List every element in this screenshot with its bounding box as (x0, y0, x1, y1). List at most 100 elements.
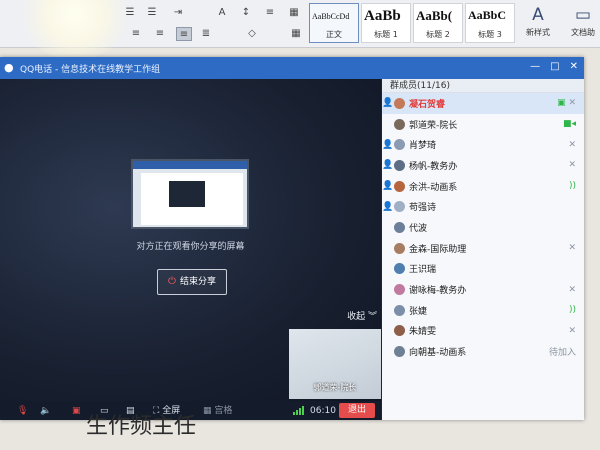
volume-icon: )) (568, 181, 576, 192)
mic-off-icon: ✕ (568, 139, 576, 150)
grid-label: 宫格 (214, 406, 233, 416)
end-share-label: 结束分享 (179, 277, 216, 287)
volume-icon: )) (568, 305, 576, 316)
person-icon: 👤 (382, 201, 394, 212)
numbering-icon[interactable]: ☰ (144, 6, 160, 20)
member-row[interactable]: 王识瑞 (382, 259, 584, 280)
avatar (394, 159, 405, 171)
avatar (394, 97, 405, 109)
power-icon: ⏻ (168, 276, 176, 287)
avatar (394, 221, 405, 233)
avatar (394, 201, 405, 213)
style-name: 标题 2 (426, 30, 450, 39)
style-heading-2[interactable]: AaBb( 标题 2 (413, 3, 463, 43)
speaker-icon[interactable]: 🔈 (40, 404, 51, 418)
member-name: 金森-国际助理 (409, 244, 467, 255)
text-effects-icon[interactable]: A (214, 6, 230, 20)
end-share-button[interactable]: ⏻ 结束分享 (157, 269, 227, 295)
member-row[interactable]: 朱婧雯 ✕ (382, 321, 584, 342)
distributed-icon[interactable]: ≣ (198, 27, 214, 41)
person-icon: 👤 (382, 160, 394, 171)
member-name: 凝石贺睿 (409, 99, 446, 110)
style-gallery: AaBbCcDd 正文 AaBb 标题 1 AaBb( 标题 2 AaBbC 标… (309, 3, 519, 43)
member-row[interactable]: 👤 余洪-动画系 )) (382, 176, 584, 197)
bullets-icon[interactable]: ☰ (122, 6, 138, 20)
indent-icon[interactable]: ⇥ (170, 6, 186, 20)
close-icon[interactable]: ✕ (570, 61, 578, 72)
new-style-label: 新样式 (526, 28, 550, 37)
member-row[interactable]: 向朝基-动画系 待加入 (382, 341, 584, 362)
title-bar[interactable]: ● QQ电话 - 信息技术在线教学工作组 — □ ✕ (0, 57, 584, 79)
align-left-icon[interactable]: ≡ (128, 27, 144, 41)
style-heading-3[interactable]: AaBbC 标题 3 (465, 3, 515, 43)
call-timer: 06:10 (310, 406, 336, 416)
line-spacing-icon[interactable]: ≡ (262, 6, 278, 20)
align-center-icon[interactable]: ≡ (152, 27, 168, 41)
video-area: 对方正在观看你分享的屏幕 ⏻ 结束分享 收起 ︾ 郭道荣-院长 (0, 79, 381, 401)
exit-button[interactable]: 退出 (339, 403, 375, 418)
avatar (394, 242, 405, 254)
borders-icon[interactable]: ▦ (286, 6, 302, 20)
light-glare (20, 0, 130, 60)
style-name: 标题 1 (374, 30, 398, 39)
avatar (394, 180, 405, 192)
member-name: 张婕 (409, 306, 428, 317)
member-row[interactable]: 郭道荣-院长 ■◂ (382, 114, 584, 135)
mic-off-icon: ✕ (568, 160, 576, 171)
style-sample: AaBbC (468, 8, 507, 22)
pending-status: 待加入 (548, 348, 576, 359)
table-icon[interactable]: ▦ (288, 27, 304, 41)
grid-button[interactable]: ▦ 宫格 (203, 404, 232, 418)
member-name: 余洪-动画系 (409, 182, 458, 193)
avatar (394, 263, 405, 275)
member-panel: 群成员(11/16) 👤 凝石贺睿 ▣ ✕ 郭道荣-院长 ■◂ 👤 肖梦琦 ✕ … (382, 79, 584, 420)
member-row[interactable]: 谢咏梅-教务办 ✕ (382, 279, 584, 300)
grid-icon: ▦ (203, 406, 212, 416)
member-row[interactable]: 👤 凝石贺睿 ▣ ✕ (382, 93, 584, 114)
mic-off-icon: ✕ (568, 243, 576, 254)
video-camera-icon: ■◂ (562, 119, 576, 130)
minimize-icon[interactable]: — (530, 61, 540, 72)
screen-share-icon: ▣ ✕ (557, 98, 576, 109)
avatar (394, 139, 405, 151)
new-style-button[interactable]: A 新样式 (520, 3, 556, 45)
avatar (394, 284, 405, 296)
member-count-header: 群成员(11/16) (382, 79, 584, 93)
qq-logo-icon: ● (4, 61, 14, 74)
person-icon: 👤 (382, 98, 394, 109)
member-row[interactable]: 金森-国际助理 ✕ (382, 238, 584, 259)
style-heading-1[interactable]: AaBb 标题 1 (361, 3, 411, 43)
signal-strength-icon (293, 406, 304, 415)
member-row[interactable]: 👤 肖梦琦 ✕ (382, 134, 584, 155)
style-sample: AaBbCcDd (312, 12, 350, 21)
style-normal[interactable]: AaBbCcDd 正文 (309, 3, 359, 43)
maximize-icon[interactable]: □ (550, 61, 559, 72)
window-controls: — □ ✕ (530, 61, 578, 72)
camera-off-icon[interactable]: ▣ (72, 404, 81, 418)
collapse-button[interactable]: 收起 ︾ (347, 309, 377, 322)
style-name: 标题 3 (478, 30, 502, 39)
justify-icon[interactable]: ≡ (176, 27, 192, 41)
member-row[interactable]: 👤 苟强诗 (382, 196, 584, 217)
thumbnail-name: 郭道荣-院长 (313, 383, 357, 392)
member-name: 苟强诗 (409, 203, 437, 214)
collapse-label: 收起 (347, 312, 366, 322)
sort-icon[interactable]: ↕ (238, 6, 254, 20)
mic-off-icon[interactable]: 🎙 (17, 404, 28, 418)
member-name: 代波 (409, 223, 428, 234)
member-name: 王识瑞 (409, 265, 437, 276)
avatar (394, 346, 405, 358)
shading-icon[interactable]: ◇ (244, 27, 260, 41)
mic-off-icon: ✕ (568, 325, 576, 336)
word-ribbon: ☰ ☰ ⇥ A ↕ ≡ ▦ ≡ ≡ ≡ ≣ ◇ ▦ AaBbCcDd 正文 Aa… (0, 0, 600, 60)
member-row[interactable]: 张婕 )) (382, 300, 584, 321)
member-name: 肖梦琦 (409, 141, 437, 152)
member-name: 朱婧雯 (409, 327, 437, 338)
member-row[interactable]: 👤 杨帆-教务办 ✕ (382, 155, 584, 176)
member-row[interactable]: 代波 (382, 217, 584, 238)
self-video-thumbnail[interactable]: 郭道荣-院长 (289, 329, 381, 399)
doc-helper-label: 文档助 (571, 28, 595, 37)
doc-helper-button[interactable]: ▭ 文档助 (566, 3, 600, 45)
avatar (394, 325, 405, 337)
share-status-text: 对方正在观看你分享的屏幕 (136, 242, 245, 252)
